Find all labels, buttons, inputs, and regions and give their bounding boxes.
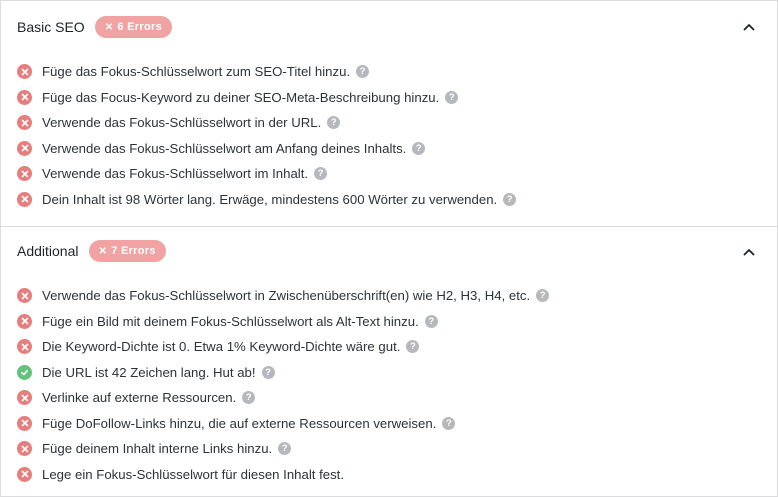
question-circle-icon[interactable]: ? — [314, 167, 328, 181]
additional-section: Additional ✕ 7 Errors Verwende das Fokus… — [1, 227, 777, 496]
check-item-text: Lege ein Fokus-Schlüsselwort für diesen … — [42, 466, 345, 482]
x-circle-icon — [17, 390, 32, 406]
badge-label: 6 Errors — [117, 21, 162, 33]
check-item-text: Verwende das Fokus-Schlüsselwort in der … — [42, 115, 322, 131]
error-count-badge: ✕ 7 Errors — [88, 240, 166, 262]
error-count-badge: ✕ 6 Errors — [94, 16, 172, 38]
check-item-text: Füge das Fokus-Schlüsselwort zum SEO-Tit… — [42, 64, 351, 80]
check-item: Die Keyword-Dichte ist 0. Etwa 1% Keywor… — [17, 334, 549, 360]
additional-header[interactable]: Additional ✕ 7 Errors — [17, 238, 166, 264]
check-item-text: Verwende das Fokus-Schlüsselwort am Anfa… — [42, 140, 407, 156]
x-circle-icon — [17, 441, 32, 457]
check-item-text: Dein Inhalt ist 98 Wörter lang. Erwäge, … — [42, 191, 498, 207]
x-circle-icon — [17, 339, 32, 355]
question-circle-icon[interactable]: ? — [242, 391, 256, 405]
check-item-text: Füge DoFollow-Links hinzu, die auf exter… — [42, 415, 437, 431]
question-circle-icon[interactable]: ? — [412, 141, 426, 155]
x-icon: ✕ — [98, 245, 108, 257]
seo-analysis-panel: Basic SEO ✕ 6 Errors Füge das Fokus-Schl… — [0, 0, 778, 497]
check-item: Füge deinem Inhalt interne Links hinzu.? — [17, 436, 549, 462]
x-circle-icon — [17, 140, 32, 156]
question-circle-icon[interactable]: ? — [327, 116, 341, 130]
question-circle-icon[interactable]: ? — [261, 365, 275, 379]
section-title: Additional — [17, 243, 79, 259]
question-circle-icon[interactable]: ? — [356, 65, 370, 79]
check-item: Die URL ist 42 Zeichen lang. Hut ab!? — [17, 360, 549, 386]
check-item-text: Füge das Focus-Keyword zu deiner SEO-Met… — [42, 89, 440, 105]
question-circle-icon[interactable]: ? — [536, 289, 550, 303]
badge-label: 7 Errors — [111, 245, 156, 257]
chevron-up-icon[interactable] — [741, 244, 757, 260]
x-circle-icon — [17, 466, 32, 482]
chevron-up-icon[interactable] — [741, 19, 757, 35]
check-item: Verwende das Fokus-Schlüsselwort in Zwis… — [17, 283, 550, 309]
check-item-text: Füge deinem Inhalt interne Links hinzu. — [42, 441, 273, 457]
check-item-text: Verlinke auf externe Ressourcen. — [42, 390, 237, 406]
x-circle-icon — [17, 115, 32, 131]
question-circle-icon[interactable]: ? — [503, 192, 517, 206]
section-title: Basic SEO — [17, 19, 85, 35]
question-circle-icon[interactable]: ? — [445, 90, 459, 104]
basic-seo-section: Basic SEO ✕ 6 Errors Füge das Fokus-Schl… — [1, 1, 777, 227]
check-item: Lege ein Fokus-Schlüsselwort für diesen … — [17, 462, 549, 488]
x-circle-icon — [17, 89, 32, 105]
x-circle-icon — [17, 64, 32, 80]
check-circle-icon — [17, 364, 32, 380]
check-item: Füge DoFollow-Links hinzu, die auf exter… — [17, 411, 549, 437]
check-item: Dein Inhalt ist 98 Wörter lang. Erwäge, … — [17, 187, 517, 213]
check-item-text: Die Keyword-Dichte ist 0. Etwa 1% Keywor… — [42, 339, 401, 355]
check-item: Verwende das Fokus-Schlüsselwort am Anfa… — [17, 136, 516, 162]
check-item-text: Die URL ist 42 Zeichen lang. Hut ab! — [42, 364, 256, 380]
question-circle-icon[interactable]: ? — [424, 314, 438, 328]
check-item: Verlinke auf externe Ressourcen.? — [17, 385, 549, 411]
question-circle-icon[interactable]: ? — [406, 340, 420, 354]
check-item: Füge das Focus-Keyword zu deiner SEO-Met… — [17, 85, 516, 111]
basic-seo-header[interactable]: Basic SEO ✕ 6 Errors — [17, 14, 172, 40]
question-circle-icon[interactable]: ? — [442, 416, 456, 430]
check-item-text: Verwende das Fokus-Schlüsselwort im Inha… — [42, 166, 309, 182]
question-circle-icon[interactable]: ? — [278, 442, 292, 456]
check-list: Füge das Fokus-Schlüsselwort zum SEO-Tit… — [17, 59, 517, 213]
check-item: Verwende das Fokus-Schlüsselwort im Inha… — [17, 161, 516, 187]
check-item: Füge ein Bild mit deinem Fokus-Schlüssel… — [17, 309, 549, 335]
check-item: Füge das Fokus-Schlüsselwort zum SEO-Tit… — [17, 59, 516, 85]
x-circle-icon — [17, 313, 32, 329]
x-circle-icon — [17, 166, 32, 182]
x-icon: ✕ — [104, 21, 114, 33]
x-circle-icon — [17, 415, 32, 431]
x-circle-icon — [17, 288, 32, 304]
check-item-text: Verwende das Fokus-Schlüsselwort in Zwis… — [42, 288, 531, 304]
x-circle-icon — [17, 191, 32, 207]
check-item-text: Füge ein Bild mit deinem Fokus-Schlüssel… — [42, 313, 419, 329]
check-item: Verwende das Fokus-Schlüsselwort in der … — [17, 110, 516, 136]
check-list: Verwende das Fokus-Schlüsselwort in Zwis… — [17, 283, 550, 488]
